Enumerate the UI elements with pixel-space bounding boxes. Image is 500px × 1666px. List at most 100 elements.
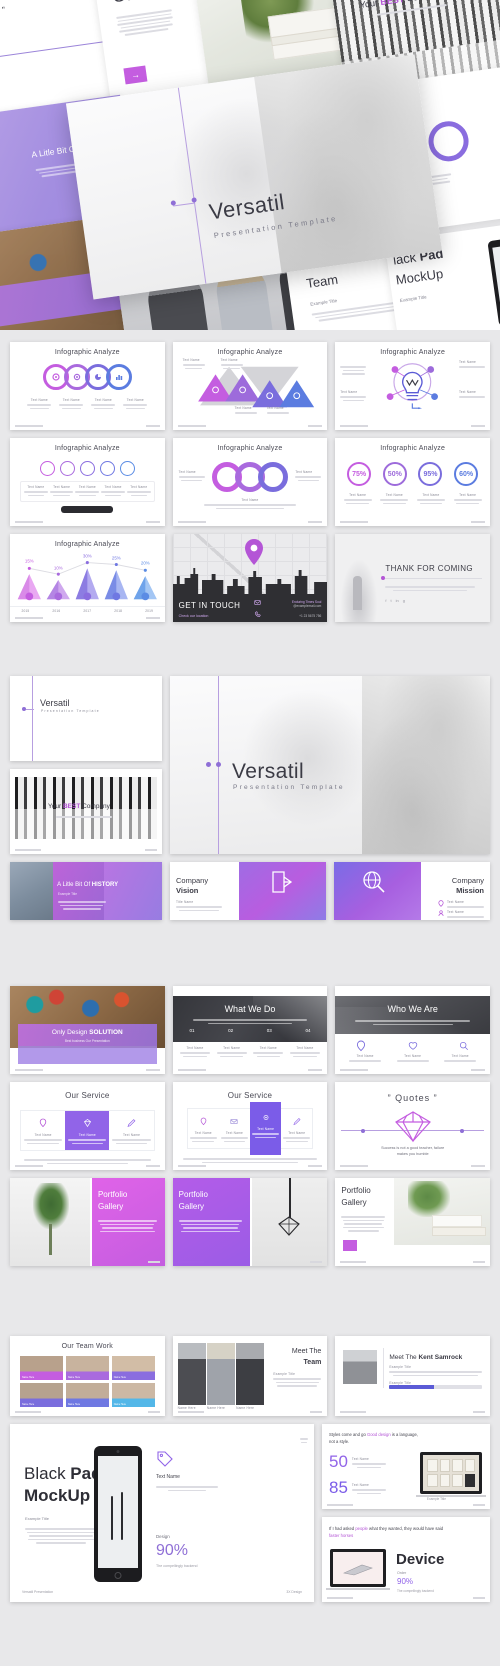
mist xyxy=(240,686,375,830)
cone-value: 10% xyxy=(54,565,63,570)
slide-title: Our Service xyxy=(65,1091,110,1100)
slide-footer xyxy=(340,521,485,523)
pad-side-marks xyxy=(300,1436,308,1445)
slide-what-we-do[interactable]: What We Do 01 02 03 04 Text Name Text Na… xyxy=(172,986,328,1074)
service-body xyxy=(182,1158,318,1164)
team-member[interactable]: Name Here xyxy=(111,1383,155,1407)
vision-title-2: Vision xyxy=(176,886,199,895)
slide-title: Infographic Analyze xyxy=(217,349,283,356)
slide-title: Infographic Analyze xyxy=(380,349,446,356)
service-card-active[interactable]: Text Name xyxy=(65,1111,110,1151)
team-member[interactable]: Name Here xyxy=(65,1356,109,1380)
thanks-rule xyxy=(385,578,482,579)
slide-title-small[interactable]: Versatil Presentation Template xyxy=(10,676,162,761)
team-member[interactable]: Name Here xyxy=(20,1356,63,1380)
stat-value: 50 xyxy=(329,1452,348,1471)
team-member[interactable]: Name Here xyxy=(20,1383,63,1407)
member-name: Name Here xyxy=(67,1403,81,1406)
slide-infographic-circles[interactable]: Infographic Analyze Text Name Text Name … xyxy=(10,342,165,430)
slide-contact-map[interactable]: GET IN TOUCH Check our location Enduring… xyxy=(172,534,328,622)
slide-our-service-4[interactable]: Our Service Text Name Text Name Text Nam… xyxy=(172,1082,328,1170)
design-caption: The compellingly backend xyxy=(156,1564,198,1568)
rock-image xyxy=(362,676,490,854)
caption: Text Name xyxy=(126,398,144,402)
slide-pad-mockup[interactable]: Black Pad MockUp Example Title Text Name… xyxy=(10,1424,314,1602)
slide-stats[interactable]: Styles come and go Good design is a lang… xyxy=(322,1424,490,1509)
solution-subtitle: Best business Our Presentation xyxy=(64,1039,110,1043)
slide-quotes[interactable]: ” Quotes ” Success is not a good teacher… xyxy=(335,1082,490,1170)
slide-device[interactable]: If I had asked people what they wanted, … xyxy=(322,1517,490,1602)
service-card-active[interactable]: Text Name xyxy=(250,1102,282,1156)
slide-subtitle: Presentation Template xyxy=(41,709,100,713)
profile-body: Example Title xyxy=(389,1365,482,1378)
team-member[interactable]: Name Here xyxy=(111,1356,155,1380)
slide-infographic-percent[interactable]: Infographic Analyze 75% 50% 95% 60% Text… xyxy=(335,438,490,526)
slide-infographic-circles3[interactable]: Infographic Analyze Text Name Text Name … xyxy=(172,438,328,526)
service-cards: Text Name Text Name Text Name xyxy=(20,1110,155,1152)
slide-solution[interactable]: Only Design SOLUTION Best business Our P… xyxy=(10,986,165,1074)
pin-icon xyxy=(200,1117,207,1126)
device-caption: Example Title xyxy=(426,1497,446,1501)
headline-highlight: people xyxy=(355,1526,368,1531)
mission-title-1: Company xyxy=(451,876,484,885)
slide-meet-team[interactable]: Meet The Team Example Title Name Here Na… xyxy=(172,1336,328,1416)
slide-footer xyxy=(15,425,160,427)
thanks-social[interactable]: f t in g xyxy=(385,598,405,603)
service-body xyxy=(24,1159,151,1165)
slide-gallery-right[interactable]: Portfolio Gallery xyxy=(10,1178,165,1266)
slide-infographic-cones[interactable]: Infographic Analyze 15% 10% 30% 25% 20% … xyxy=(10,534,165,622)
slide-footer xyxy=(327,1597,485,1599)
device-label: Order xyxy=(397,1571,407,1575)
silhouette-figure xyxy=(353,576,363,610)
headline-highlight: Good design xyxy=(366,1432,391,1437)
slide-company-mission[interactable]: Company Mission Text Name Text Name xyxy=(334,862,490,920)
slide-footer xyxy=(340,1165,485,1167)
cone-years: 2015 2016 2017 2018 2019 xyxy=(10,606,165,613)
slide-infographic-pins[interactable]: Infographic Analyze Text Name Text Name … xyxy=(10,438,165,526)
slide-title-big[interactable]: Versatil Presentation Template xyxy=(170,676,490,854)
whatwedo-labels: Text Name Text Name Text Name Text Name xyxy=(177,1046,324,1059)
slide-our-service-3[interactable]: Our Service Text Name Text Name Text Nam… xyxy=(10,1082,165,1170)
year-label: 2017 xyxy=(83,609,92,613)
gallery-title-2: Gallery xyxy=(341,1198,367,1207)
team-row: Our Team Work Name Here Name Here Name H… xyxy=(10,1336,490,1416)
percent-ring: 95% xyxy=(418,462,443,486)
slide-who-we-are[interactable]: Who We Are Text Name Text Name Text Name xyxy=(335,986,490,1074)
slide-gallery-left[interactable]: Portfolio Gallery xyxy=(172,1178,328,1266)
cone-value: 30% xyxy=(83,554,92,559)
slide-team-work[interactable]: Our Team Work Name Here Name Here Name H… xyxy=(10,1336,165,1416)
year-label: 2015 xyxy=(21,609,30,613)
service-card[interactable]: Text Name xyxy=(281,1109,312,1148)
quote-text: Success is not a good teacher, failure m… xyxy=(335,1146,490,1157)
slide-gallery-text[interactable]: Portfolio Gallery xyxy=(335,1178,490,1266)
year-label: 2016 xyxy=(52,609,61,613)
service-card[interactable]: Text Name xyxy=(21,1111,65,1150)
laptop-base xyxy=(326,1588,390,1590)
person-icon xyxy=(438,910,444,917)
divider xyxy=(383,1348,385,1388)
slide-footer xyxy=(177,1165,323,1167)
team-member[interactable]: Name Here xyxy=(65,1383,109,1407)
slide-title: Infographic Analyze xyxy=(54,349,120,356)
member-name: Name Here xyxy=(22,1376,35,1379)
slide-crowd[interactable]: Your BEST Company xyxy=(10,769,162,854)
service-card[interactable]: Text Name xyxy=(188,1109,219,1148)
slide-company-vision[interactable]: Company Vision Title Name xyxy=(170,862,326,920)
slide-thank-you[interactable]: THANK FOR COMING f t in g xyxy=(335,534,490,622)
slide-profile[interactable]: Meet The Kent Samrock Example Title Exam… xyxy=(335,1336,490,1416)
gallery-title-1: Portfolio xyxy=(178,1190,209,1199)
year-label: 2018 xyxy=(114,609,123,613)
door-icon xyxy=(272,871,293,893)
slide-infographic-bulb[interactable]: Infographic Analyze Text Name Text Name … xyxy=(335,342,490,430)
slide-footer xyxy=(178,1261,323,1263)
service-card[interactable]: Text Name xyxy=(219,1109,250,1148)
profile-title-name: Kent Samrock xyxy=(418,1354,463,1361)
step-num: 04 xyxy=(305,1028,311,1033)
service-card[interactable]: Text Name xyxy=(109,1111,153,1150)
percent-ring: 75% xyxy=(347,462,372,486)
circle-icon-chart xyxy=(105,364,132,390)
slide-infographic-triangles[interactable]: Infographic Analyze Text Name Text Name … xyxy=(172,342,328,430)
slide-history[interactable]: A Litle Bit Of HISTORY Example Title xyxy=(10,862,162,920)
slide-title: Our Team Work xyxy=(61,1343,113,1350)
thanks-body xyxy=(385,584,476,593)
